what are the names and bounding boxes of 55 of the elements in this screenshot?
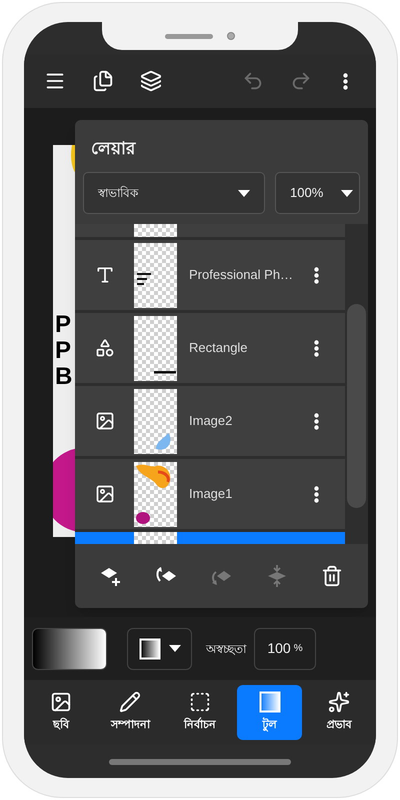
- scrollbar-thumb[interactable]: [347, 304, 366, 508]
- bottom-tab[interactable]: প্রভাব: [306, 685, 372, 740]
- layer-name: Image2: [189, 412, 234, 430]
- caret-icon: [168, 645, 180, 652]
- layer-thumbnail: [134, 316, 177, 380]
- image-icon: [94, 411, 114, 431]
- image-icon: [50, 691, 72, 714]
- layer-name: Rectangle: [189, 339, 249, 358]
- canvas-text: P: [55, 312, 72, 338]
- layer-row[interactable]: Rectangle: [75, 313, 345, 383]
- layer-thumbnail: [134, 388, 177, 454]
- sparkles-icon: [328, 691, 350, 714]
- more-icon: [314, 412, 318, 430]
- bottom-tab[interactable]: সম্পাদনা: [98, 685, 164, 740]
- gradient-swatch[interactable]: [32, 628, 107, 670]
- undo-icon: [242, 70, 264, 92]
- layer-thumbnail: [134, 532, 177, 544]
- canvas-text: P: [55, 338, 72, 364]
- layer-row[interactable]: Image1: [75, 459, 345, 529]
- bottom-tab[interactable]: ছবি: [28, 685, 94, 740]
- bottom-tab[interactable]: নির্বাচন: [167, 685, 233, 740]
- pencil-icon: [119, 691, 142, 714]
- shapes-icon: [94, 338, 114, 358]
- more-icon: [314, 266, 318, 284]
- panel-title: লেয়ার: [90, 138, 137, 160]
- caret-icon: [341, 190, 353, 196]
- layer-thumbnail: [134, 462, 177, 526]
- layers-icon: [140, 70, 162, 92]
- gradient-icon: [138, 638, 160, 660]
- layers-button[interactable]: [138, 68, 164, 94]
- bottom-tab[interactable]: টুল: [236, 685, 302, 740]
- layer-name: Image1: [189, 485, 234, 504]
- image-icon: [94, 484, 114, 504]
- caret-icon: [238, 190, 250, 196]
- text-icon: [94, 265, 114, 285]
- opacity-label: অস্বচ্ছতা: [206, 640, 246, 658]
- redo-icon: [290, 70, 312, 92]
- gradient-icon: [258, 691, 281, 714]
- layer-row[interactable]: [75, 224, 345, 237]
- layer-row[interactable]: Professional Ph…: [75, 240, 345, 310]
- layer-name: Professional Ph…: [189, 266, 294, 284]
- pages-icon: [92, 70, 114, 92]
- gradient-type-dropdown[interactable]: [127, 628, 192, 670]
- more-icon: [342, 72, 348, 90]
- opacity-dropdown[interactable]: 100%: [275, 172, 360, 214]
- layer-thumbnail: [134, 242, 177, 308]
- canvas-text: B: [55, 364, 72, 390]
- selection-icon: [188, 691, 211, 714]
- blend-mode-dropdown[interactable]: স্বাভাবিক: [83, 172, 265, 214]
- delete-icon: [321, 565, 344, 587]
- more-icon: [314, 340, 318, 356]
- more-icon: [314, 486, 318, 502]
- layer-row[interactable]: Image2: [75, 386, 345, 456]
- opacity-field[interactable]: 100 %: [254, 628, 316, 670]
- layer-thumbnail: [134, 224, 177, 237]
